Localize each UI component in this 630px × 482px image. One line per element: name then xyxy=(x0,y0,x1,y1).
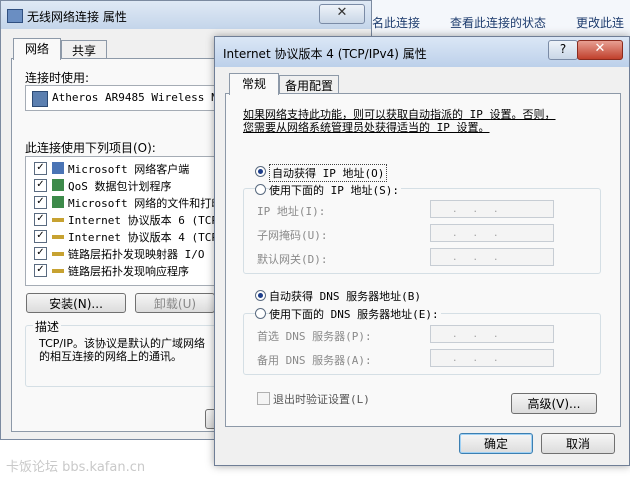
validate-checkbox[interactable] xyxy=(257,392,270,405)
client-icon xyxy=(52,162,64,174)
checkbox[interactable]: ✓ xyxy=(34,196,47,209)
network-adapter-icon xyxy=(32,91,48,107)
gateway-label: 默认网关(D): xyxy=(257,253,328,266)
connect-using-label: 连接时使用: xyxy=(25,71,90,85)
network-icon xyxy=(7,9,23,23)
checkbox[interactable]: ✓ xyxy=(34,213,47,226)
items-label: 此连接使用下列项目(O): xyxy=(25,141,156,155)
service-icon xyxy=(52,179,64,191)
alternate-dns-label: 备用 DNS 服务器(A): xyxy=(257,354,372,367)
item-label: 链路层拓扑发现映射器 I/O xyxy=(68,248,205,261)
close-button[interactable]: ✕ xyxy=(319,4,365,24)
ip-address-label: IP 地址(I): xyxy=(257,205,326,218)
validate-label: 退出时验证设置(L) xyxy=(273,393,370,406)
tab-networking[interactable]: 网络 xyxy=(13,38,61,60)
close-button[interactable]: ✕ xyxy=(577,40,623,60)
connection-items-list: ✓ Microsoft 网络客户端 ✓ QoS 数据包计划程序 ✓ Micros… xyxy=(25,156,225,286)
checkbox[interactable]: ✓ xyxy=(34,264,47,277)
preferred-dns-label: 首选 DNS 服务器(P): xyxy=(257,330,372,343)
intro-text-2: 您需要从网络系统管理员处获得适当的 IP 设置。 xyxy=(243,121,490,134)
adapter-name: Atheros AR9485 Wireless Ne xyxy=(52,91,225,104)
explorer-command-bar: 名此连接 查看此连接的状态 更改此连 xyxy=(370,0,630,39)
checkbox[interactable]: ✓ xyxy=(34,230,47,243)
view-status-link[interactable]: 查看此连接的状态 xyxy=(450,14,546,31)
item-label: 链路层拓扑发现响应程序 xyxy=(68,265,189,278)
window-title: 无线网络连接 属性 xyxy=(27,10,127,24)
ok-button[interactable]: 确定 xyxy=(459,433,533,454)
protocol-icon xyxy=(52,269,64,273)
ipv4-properties-window: Internet 协议版本 4 (TCP/IPv4) 属性 ? ✕ 常规 备用配… xyxy=(214,36,630,466)
window-title-bar[interactable]: 无线网络连接 属性 xyxy=(1,1,371,29)
forum-watermark: 卡饭论坛 bbs.kafan.cn xyxy=(6,460,146,475)
rename-connection-link[interactable]: 名此连接 xyxy=(372,14,420,31)
advanced-button[interactable]: 高级(V)... xyxy=(511,393,597,414)
item-label: QoS 数据包计划程序 xyxy=(68,180,172,193)
checkbox[interactable]: ✓ xyxy=(34,179,47,192)
auto-dns-radio[interactable] xyxy=(255,290,266,301)
service-icon xyxy=(52,196,64,208)
manual-ip-radio[interactable] xyxy=(255,184,266,195)
alternate-dns-input[interactable]: ... xyxy=(430,349,554,367)
protocol-icon xyxy=(52,252,64,256)
gateway-input[interactable]: ... xyxy=(430,248,554,266)
cancel-button[interactable]: 取消 xyxy=(541,433,615,454)
item-label: Internet 协议版本 4 (TCP/ xyxy=(68,231,225,244)
auto-ip-radio[interactable] xyxy=(255,166,266,177)
item-label: Microsoft 网络客户端 xyxy=(68,163,190,176)
help-button[interactable]: ? xyxy=(548,40,578,60)
adapter-name-box: Atheros AR9485 Wireless Ne xyxy=(25,85,225,111)
description-label: 描述 xyxy=(33,318,62,335)
checkbox[interactable]: ✓ xyxy=(34,247,47,260)
install-button[interactable]: 安装(N)... xyxy=(26,293,126,313)
subnet-mask-input[interactable]: ... xyxy=(430,224,554,242)
manual-ip-label[interactable]: 使用下面的 IP 地址(S): xyxy=(269,182,401,198)
ip-address-input[interactable]: ... xyxy=(430,200,554,218)
protocol-icon xyxy=(52,235,64,239)
subnet-mask-label: 子网掩码(U): xyxy=(257,229,328,242)
item-label: Microsoft 网络的文件和打印 xyxy=(68,197,223,210)
checkbox[interactable]: ✓ xyxy=(34,162,47,175)
preferred-dns-input[interactable]: ... xyxy=(430,325,554,343)
window-title: Internet 协议版本 4 (TCP/IPv4) 属性 xyxy=(223,47,427,61)
auto-dns-label[interactable]: 自动获得 DNS 服务器地址(B) xyxy=(269,288,421,304)
auto-ip-label[interactable]: 自动获得 IP 地址(O) xyxy=(269,164,388,182)
description-text-2: 的相互连接的网络上的通讯。 xyxy=(39,350,182,363)
protocol-icon xyxy=(52,218,64,222)
item-label: Internet 协议版本 6 (TCP/ xyxy=(68,214,225,227)
change-settings-link[interactable]: 更改此连 xyxy=(576,14,624,31)
manual-dns-radio[interactable] xyxy=(255,308,266,319)
manual-dns-label[interactable]: 使用下面的 DNS 服务器地址(E): xyxy=(269,306,441,322)
uninstall-button[interactable]: 卸载(U) xyxy=(135,293,215,313)
tab-general[interactable]: 常规 xyxy=(229,73,279,95)
